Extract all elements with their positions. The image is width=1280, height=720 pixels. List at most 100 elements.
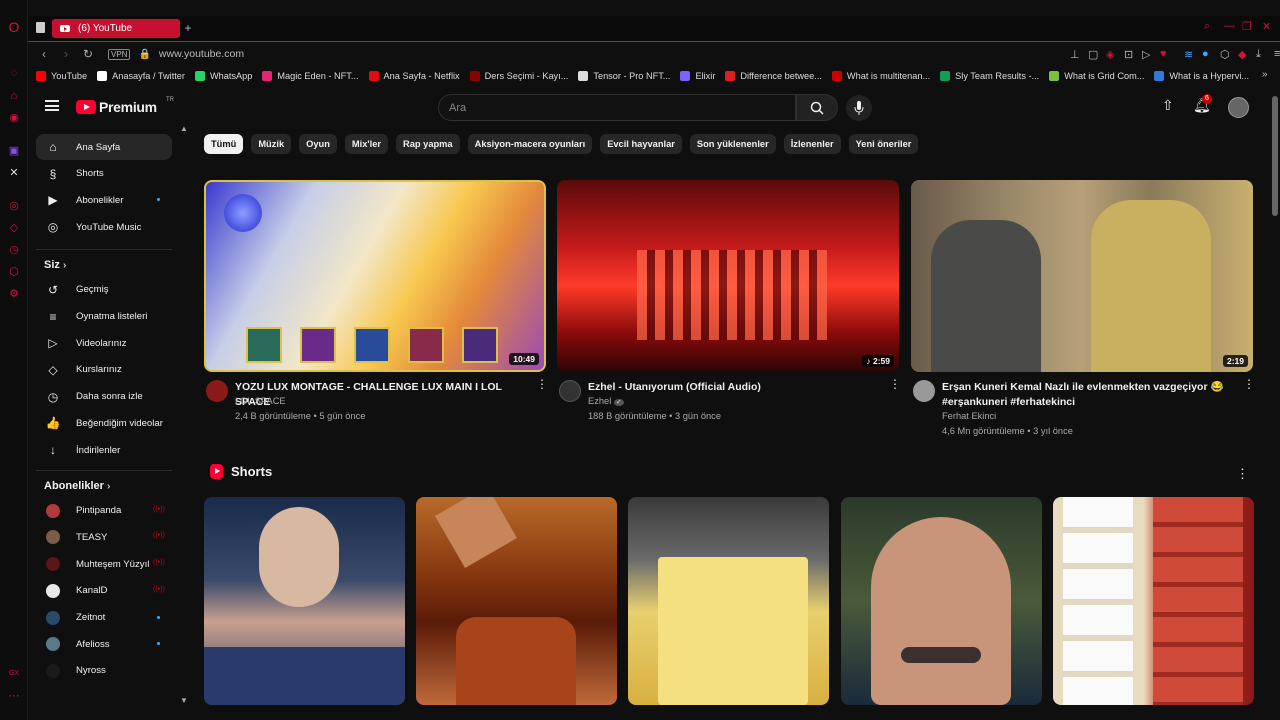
menu-icon[interactable] [45, 100, 59, 111]
subscription-item[interactable]: Zeitnot [36, 605, 172, 631]
bookmark-item[interactable]: What is Grid Com... [1049, 71, 1144, 81]
bookmark-icon[interactable]: ◇ [7, 220, 21, 234]
subscription-item[interactable]: Nyross [36, 658, 172, 684]
subscription-item[interactable]: Afelioss [36, 631, 172, 657]
wallet-icon[interactable]: ◆ [1238, 48, 1246, 61]
page-scrollbar[interactable] [1272, 96, 1278, 216]
maximize-icon[interactable]: ❐ [1242, 20, 1252, 33]
video-card[interactable]: 2:19 Erşan Kuneri Kemal Nazlı ile evlenm… [911, 180, 1255, 440]
settings-side-icon[interactable]: ⚙ [7, 286, 21, 300]
sidebar-item[interactable]: ↓ İndirilenler [36, 437, 172, 463]
bookmark-item[interactable]: Ana Sayfa - Netflix [368, 71, 460, 81]
x-icon[interactable]: ✕ [7, 165, 21, 179]
messenger-icon[interactable]: ◉ [7, 110, 21, 124]
video-channel[interactable]: LOL SPACE [235, 396, 286, 406]
subscription-item[interactable]: Muhteşem Yüzyıl ((•)) [36, 551, 172, 577]
forward-icon[interactable]: › [60, 47, 72, 61]
tab-youtube[interactable]: (6) YouTube [52, 19, 180, 38]
subscription-item[interactable]: Pintipanda ((•)) [36, 498, 172, 524]
lock-icon[interactable]: 🔒 [138, 49, 150, 60]
tab-list-icon[interactable] [36, 22, 45, 33]
extensions-icon[interactable]: ⬡ [1220, 48, 1230, 61]
account-avatar[interactable] [1228, 97, 1249, 118]
sidebar-item[interactable]: ↺ Geçmiş [36, 277, 172, 303]
bookmark-item[interactable]: Sly Team Results -... [940, 71, 1039, 81]
extensions-side-icon[interactable]: ⬡ [7, 264, 21, 278]
filter-chip[interactable]: Aksiyon-macera oyunları [467, 134, 593, 154]
channel-avatar[interactable] [913, 380, 935, 402]
video-thumbnail[interactable]: ♪ 2:59 [557, 180, 899, 372]
video-more-icon[interactable]: ⋮ [536, 378, 548, 390]
video-card[interactable]: ♪ 2:59 Ezhel - Utanıyorum (Official Audi… [557, 180, 901, 440]
more-side-icon[interactable]: ⋯ [7, 688, 21, 702]
bookmark-item[interactable]: YouTube [36, 71, 87, 81]
channel-avatar[interactable] [206, 380, 228, 402]
search-button[interactable] [796, 94, 838, 121]
player-icon[interactable]: ◎ [7, 198, 21, 212]
filter-chip[interactable]: Mix'ler [344, 134, 388, 154]
gx-icon[interactable]: GX [7, 666, 21, 680]
sidebar-you-heading[interactable]: Siz › [44, 259, 66, 271]
mic-button[interactable] [846, 95, 872, 121]
short-card[interactable] [628, 497, 829, 705]
bookmark-item[interactable]: Anasayfa / Twitter [97, 71, 185, 81]
search-input[interactable]: Ara [438, 94, 796, 121]
upload-icon[interactable]: ⇧ [1162, 97, 1174, 114]
bookmark-item[interactable]: Ders Seçimi - Kayı... [469, 71, 568, 81]
sidebar-scroll-up-icon[interactable]: ▲ [180, 124, 188, 133]
filter-chip[interactable]: İzlenenler [783, 134, 841, 154]
sidebar-item[interactable]: ⌂ Ana Sayfa [36, 134, 172, 160]
subscription-item[interactable]: KanalD ((•)) [36, 578, 172, 604]
blue-ext-icon[interactable]: ● [1202, 48, 1209, 60]
pin-icon[interactable]: ⊥ [1070, 48, 1080, 61]
shorts-more-icon[interactable]: ⋮ [1236, 466, 1249, 482]
wave-ext-icon[interactable]: ≋ [1184, 48, 1193, 61]
close-window-icon[interactable]: ✕ [1262, 20, 1271, 33]
history-side-icon[interactable]: ◷ [7, 242, 21, 256]
sidebar-item[interactable]: ▶ Abonelikler [36, 187, 172, 213]
sidebar-item[interactable]: ◷ Daha sonra izle [36, 384, 172, 410]
short-card[interactable] [841, 497, 1042, 705]
bag-icon[interactable]: ⌂ [7, 89, 21, 103]
bookmark-item[interactable]: WhatsApp [194, 71, 252, 81]
vpn-badge[interactable]: VPN [108, 48, 131, 60]
short-card[interactable] [416, 497, 617, 705]
more-bookmarks-icon[interactable]: » [1262, 69, 1268, 80]
search-tabs-icon[interactable]: ⌕ [1204, 20, 1210, 33]
video-channel[interactable]: Ferhat Ekinci [942, 411, 996, 421]
filter-chip[interactable]: Evcil hayvanlar [600, 134, 682, 154]
short-card[interactable] [1053, 497, 1254, 705]
minimize-icon[interactable]: — [1224, 20, 1235, 32]
video-title[interactable]: Erşan Kuneri Kemal Nazlı ile evlenmekten… [942, 380, 1227, 410]
filter-chip[interactable]: Yeni öneriler [848, 134, 919, 154]
bookmark-item[interactable]: What is a Hypervi... [1154, 71, 1249, 81]
bookmark-item[interactable]: Tensor - Pro NFT... [578, 71, 670, 81]
sidebar-item[interactable]: ▷ Videolarınız [36, 330, 172, 356]
twitch-icon[interactable]: ▣ [7, 143, 21, 157]
video-thumbnail[interactable]: 2:19 [911, 180, 1253, 372]
heart-icon[interactable]: ♥ [1160, 48, 1167, 60]
bookmark-item[interactable]: Magic Eden - NFT... [262, 71, 359, 81]
youtube-logo[interactable]: Premium TR [76, 97, 174, 115]
sidebar-item[interactable]: 👍 Beğendiğim videolar [36, 410, 172, 436]
play-ext-icon[interactable]: ▷ [1142, 48, 1150, 61]
filter-chip[interactable]: Rap yapma [396, 134, 460, 154]
snapshot-icon[interactable]: ▢ [1088, 48, 1098, 61]
new-tab-button[interactable]: + [182, 22, 194, 34]
easy-setup-icon[interactable]: ≡ [1274, 48, 1280, 60]
ai-icon[interactable]: ◌ [7, 66, 21, 80]
reload-icon[interactable]: ↻ [82, 47, 94, 61]
sidebar-scroll-down-icon[interactable]: ▼ [180, 696, 188, 705]
video-card[interactable]: 10:49 YOZU LUX MONTAGE - CHALLENGE LUX M… [204, 180, 548, 440]
download-browser-icon[interactable]: ⤓ [1256, 48, 1261, 61]
video-thumbnail[interactable]: 10:49 [204, 180, 546, 372]
sidebar-item[interactable]: ◇ Kurslarınız [36, 357, 172, 383]
opera-logo-icon[interactable]: O [7, 19, 21, 35]
bookmark-item[interactable]: Difference betwee... [725, 71, 822, 81]
screenshot-icon[interactable]: ⊡ [1124, 48, 1133, 61]
video-title[interactable]: Ezhel - Utanıyorum (Official Audio) [588, 380, 873, 395]
url-field[interactable]: www.youtube.com [159, 48, 244, 60]
back-icon[interactable]: ‹ [38, 47, 50, 61]
sidebar-item[interactable]: ≡ Oynatma listeleri [36, 304, 172, 330]
filter-chip[interactable]: Oyun [299, 134, 337, 154]
